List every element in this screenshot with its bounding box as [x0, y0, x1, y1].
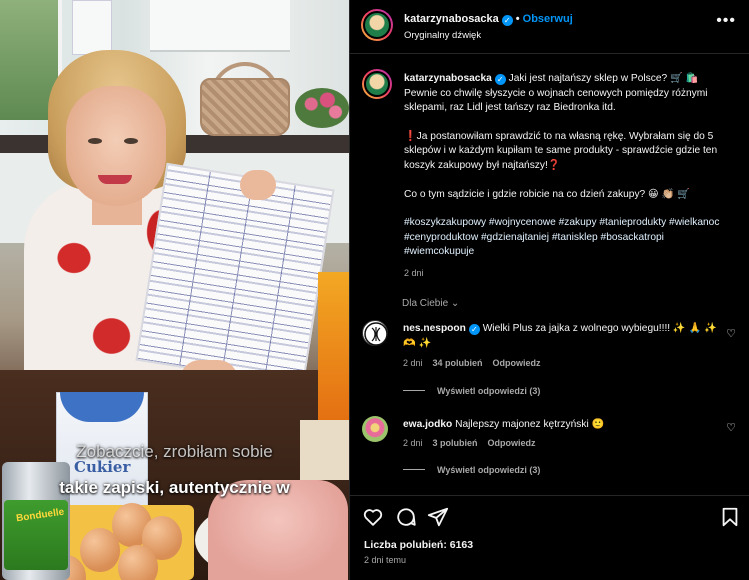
post-panel: katarzynabosacka ✓ • Obserwuj Oryginalny dź… [349, 0, 749, 580]
person-hand [240, 170, 276, 200]
juice-carton [318, 272, 349, 422]
verified-badge-icon: ✓ [468, 324, 480, 335]
post-header: katarzynabosacka ✓ • Obserwuj Oryginalny dź… [350, 0, 749, 54]
post-caption: katarzynabosacka ✓ Jaki jest najtańszy sk… [404, 72, 734, 281]
comment-time[interactable]: 2 dni [403, 438, 423, 448]
person-eye [124, 138, 138, 144]
video-subtitle: takie zapiski, autentycznie w [59, 478, 290, 497]
view-replies-label: Wyświetl odpowiedzi (3) [437, 386, 541, 396]
caption-paragraph: ❗Ja postanowiłam sprawdzić to na własną … [404, 130, 718, 171]
likes-count[interactable]: Liczba polubień: 6163 [364, 539, 473, 551]
follow-button[interactable]: Obserwuj [523, 13, 573, 25]
view-replies-label: Wyświetl odpowiedzi (3) [437, 465, 541, 475]
comment-filter-dropdown[interactable]: Dla Ciebie ⌄ [402, 298, 459, 309]
handwritten-price-list [135, 162, 335, 388]
reel-video[interactable]: Cukier Bonduelle Zobaczcie, zrobiłam sob… [0, 0, 349, 580]
kitchen-cabinet [150, 0, 290, 52]
comment-item: nes.nespoon ✓ Wielki Plus za jajka z woln… [350, 317, 749, 407]
flowers [295, 88, 349, 128]
commenter-username[interactable]: nes.nespoon [403, 323, 466, 334]
replies-divider [403, 469, 425, 470]
verified-badge-icon: ✓ [501, 15, 513, 26]
kitchen-cabinet [72, 0, 112, 55]
egg [80, 528, 120, 572]
easter-basket [200, 78, 290, 136]
username-link[interactable]: katarzynabosacka [404, 13, 499, 25]
verified-badge-icon: ✓ [494, 74, 506, 85]
audio-link[interactable]: Oryginalny dźwięk [404, 30, 481, 41]
comment-reply-button[interactable]: Odpowiedz [488, 438, 536, 448]
chevron-down-icon: ⌄ [450, 298, 460, 309]
commenter-avatar[interactable] [362, 320, 388, 346]
caption-avatar[interactable] [362, 69, 392, 99]
caption-paragraph: Co o tym sądzicie i gdzie robicie na co … [404, 188, 690, 200]
caption-username[interactable]: katarzynabosacka [404, 73, 492, 84]
comment-likes[interactable]: 34 polubień [433, 358, 483, 368]
replies-divider [403, 390, 425, 391]
comment-reply-button[interactable]: Odpowiedz [493, 358, 541, 368]
comment-like-heart-icon[interactable]: ♡ [726, 327, 736, 340]
post-actions: Liczba polubień: 6163 2 dni temu [350, 495, 749, 580]
share-icon[interactable] [427, 506, 449, 528]
more-horizontal-icon[interactable]: ••• [716, 13, 736, 29]
view-replies-button[interactable]: Wyświetl odpowiedzi (3) [403, 465, 540, 475]
comment-like-heart-icon[interactable]: ♡ [726, 421, 736, 434]
separator: • [515, 13, 520, 25]
person-mouth [98, 175, 132, 184]
comment-icon[interactable] [395, 506, 417, 528]
person-eye [88, 138, 102, 144]
heart-icon[interactable] [362, 506, 384, 528]
commenter-username[interactable]: ewa.jodko [403, 419, 452, 430]
video-subtitle-previous: Zobaczcie, zrobiłam sobie [76, 442, 273, 461]
comment-filter-label: Dla Ciebie [402, 298, 449, 309]
comment-time[interactable]: 2 dni [403, 358, 423, 368]
comments-scroll-area[interactable]: katarzynabosacka ✓ Jaki jest najtańszy sk… [350, 55, 749, 495]
commenter-avatar[interactable] [362, 416, 388, 442]
caption-time[interactable]: 2 dni [404, 266, 734, 281]
avatar[interactable] [361, 9, 393, 41]
bookmark-icon[interactable] [719, 506, 741, 528]
caption-hashtags[interactable]: #koszykzakupowy #wojnycenowe #zakupy #ta… [404, 216, 734, 260]
view-replies-button[interactable]: Wyświetl odpowiedzi (3) [403, 386, 540, 396]
comment-item: ewa.jodko Najlepszy majonez kętrzyński 🙂… [350, 413, 749, 493]
comment-likes[interactable]: 3 polubień [433, 438, 478, 448]
post-date[interactable]: 2 dni temu [364, 555, 406, 565]
person-face [66, 86, 166, 206]
comment-text: Najlepszy majonez kętrzyński 🙂 [455, 419, 605, 430]
